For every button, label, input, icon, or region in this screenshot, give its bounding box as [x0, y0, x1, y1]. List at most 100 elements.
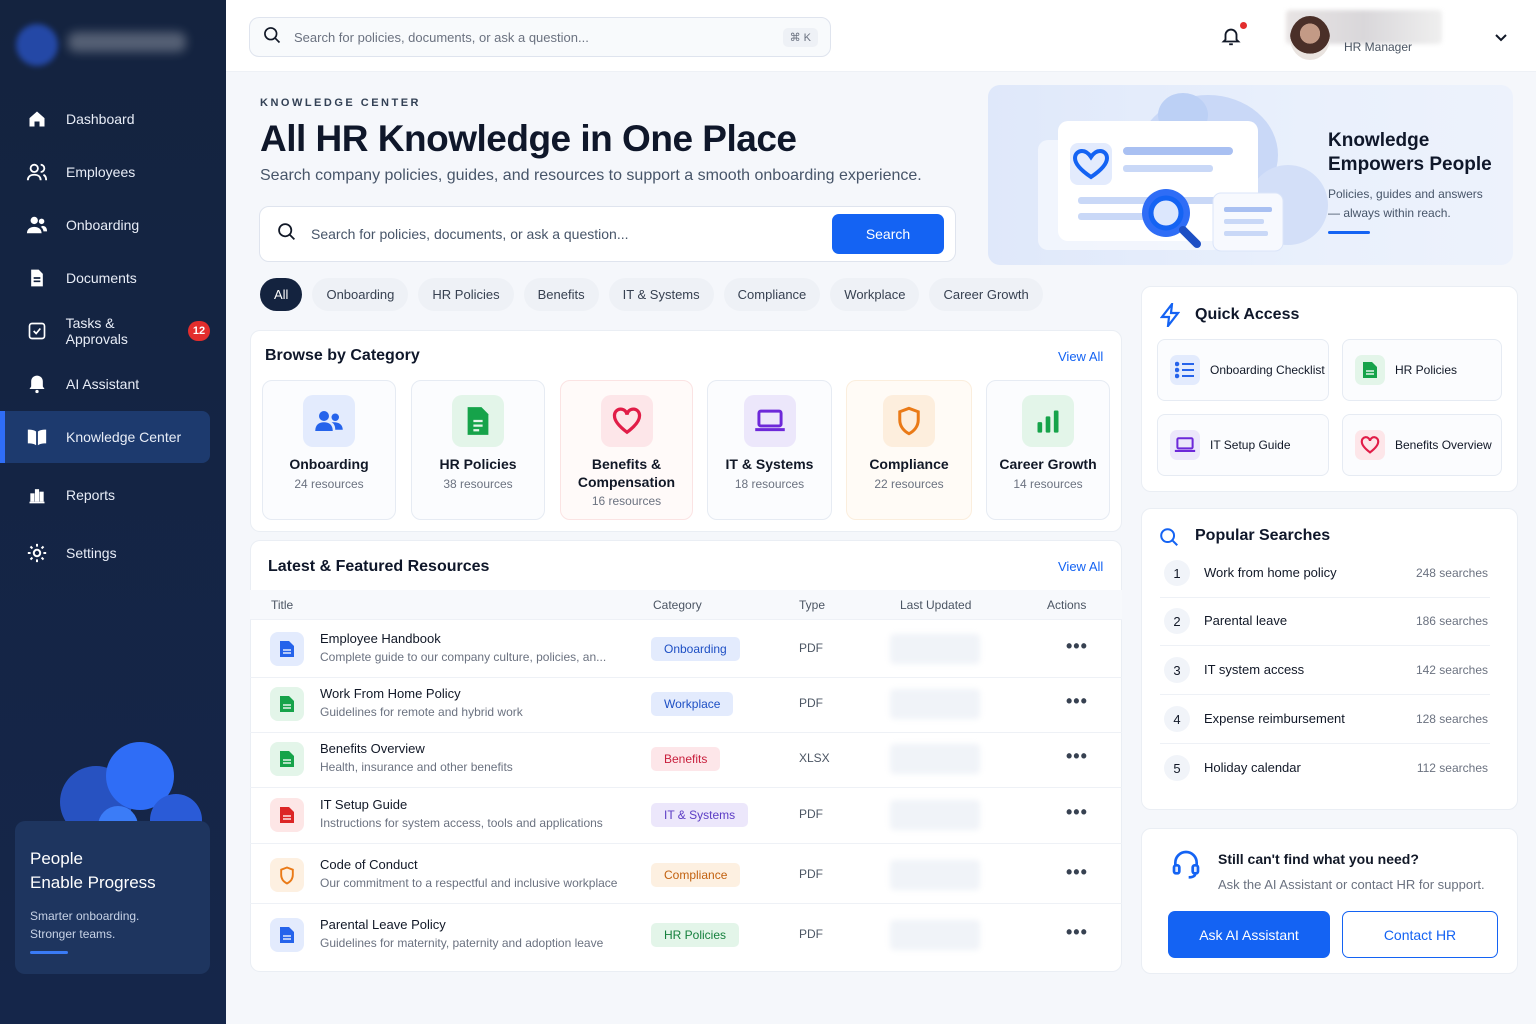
- quick-access-it-setup-guide[interactable]: IT Setup Guide: [1157, 414, 1329, 476]
- filter-chip-it-systems[interactable]: IT & Systems: [608, 278, 714, 311]
- table-row[interactable]: Employee Handbook Complete guide to our …: [250, 620, 1122, 678]
- tasks-count-badge: 12: [187, 321, 210, 341]
- sidebar-item-settings[interactable]: Settings: [10, 527, 210, 579]
- more-actions-button[interactable]: •••: [1066, 862, 1088, 883]
- knowledge-search-input[interactable]: Search for policies, documents, or ask a…: [259, 206, 956, 262]
- quick-access-label: Benefits Overview: [1395, 438, 1492, 452]
- category-card-it-systems[interactable]: IT & Systems 18 resources: [707, 380, 832, 520]
- last-updated-date: [890, 634, 980, 664]
- filter-chip-onboarding[interactable]: Onboarding: [312, 278, 409, 311]
- list-icon: [1170, 355, 1200, 385]
- filter-chip-compliance[interactable]: Compliance: [723, 278, 821, 311]
- column-header-category: Category: [653, 598, 702, 612]
- banner-title: Knowledge Empowers People: [1328, 130, 1492, 175]
- popular-search-item[interactable]: 2 Parental leave 186 searches: [1160, 598, 1490, 646]
- document-icon: [1355, 355, 1385, 385]
- knowledge-illustration: [1038, 93, 1328, 252]
- resource-title[interactable]: Employee Handbook: [320, 631, 441, 646]
- browse-title: Browse by Category: [265, 347, 420, 364]
- sidebar-item-employees[interactable]: Employees: [10, 146, 210, 198]
- table-row[interactable]: Parental Leave Policy Guidelines for mat…: [250, 906, 1122, 964]
- page-title: All HR Knowledge in One Place: [260, 118, 797, 159]
- promo-accent-bar: [30, 951, 68, 954]
- filter-chip-benefits[interactable]: Benefits: [523, 278, 599, 311]
- rank-number: 4: [1164, 706, 1190, 732]
- company-logo[interactable]: [16, 22, 188, 68]
- category-tag: Workplace: [651, 692, 734, 716]
- sidebar-item-ai-assistant[interactable]: AI Assistant: [10, 358, 210, 410]
- sidebar-item-label: AI Assistant: [66, 376, 140, 392]
- more-actions-button[interactable]: •••: [1066, 636, 1088, 657]
- sidebar-item-dashboard[interactable]: Dashboard: [10, 93, 210, 145]
- table-row[interactable]: Work From Home Policy Guidelines for rem…: [250, 675, 1122, 733]
- popular-search-item[interactable]: 3 IT system access 142 searches: [1160, 647, 1490, 695]
- filter-chip-workplace[interactable]: Workplace: [830, 278, 920, 311]
- category-tag: Onboarding: [651, 637, 740, 661]
- resource-title[interactable]: Work From Home Policy: [320, 686, 461, 701]
- quick-access-title: Quick Access: [1195, 306, 1300, 323]
- resource-title[interactable]: Parental Leave Policy: [320, 917, 446, 932]
- category-card-compliance[interactable]: Compliance 22 resources: [846, 380, 972, 520]
- more-actions-button[interactable]: •••: [1066, 746, 1088, 767]
- quick-access-hr-policies[interactable]: HR Policies: [1342, 339, 1502, 401]
- resource-title[interactable]: Benefits Overview: [320, 741, 425, 756]
- hero-banner: Knowledge Empowers People Policies, guid…: [988, 85, 1513, 265]
- category-card-onboarding[interactable]: Onboarding 24 resources: [262, 380, 396, 520]
- search-placeholder: Search for policies, documents, or ask a…: [311, 226, 629, 242]
- last-updated-date: [890, 800, 980, 830]
- more-actions-button[interactable]: •••: [1066, 922, 1088, 943]
- filter-chip-career-growth[interactable]: Career Growth: [929, 278, 1043, 311]
- sidebar-item-label: Dashboard: [66, 111, 135, 127]
- resource-type: XLSX: [799, 751, 830, 765]
- sidebar-item-label: Documents: [66, 270, 137, 286]
- rank-number: 5: [1164, 755, 1190, 781]
- resources-view-all-link[interactable]: View All: [1058, 559, 1103, 574]
- user-menu[interactable]: HR Manager: [1286, 10, 1442, 60]
- more-actions-button[interactable]: •••: [1066, 691, 1088, 712]
- rank-number: 1: [1164, 560, 1190, 586]
- sidebar-item-reports[interactable]: Reports: [10, 469, 210, 521]
- search-button[interactable]: Search: [832, 214, 944, 254]
- quick-access-label: HR Policies: [1395, 363, 1458, 377]
- browse-view-all-link[interactable]: View All: [1058, 349, 1103, 364]
- popular-search-item[interactable]: 5 Holiday calendar 112 searches: [1160, 745, 1490, 793]
- contact-hr-button[interactable]: Contact HR: [1342, 911, 1498, 958]
- category-card-benefits[interactable]: Benefits & Compensation 16 resources: [560, 380, 693, 520]
- sidebar: Dashboard Employees Onboarding Documents…: [0, 0, 226, 1024]
- notification-dot: [1240, 22, 1247, 29]
- table-row[interactable]: IT Setup Guide Instructions for system a…: [250, 786, 1122, 844]
- column-header-last-updated: Last Updated: [900, 598, 972, 612]
- last-updated-date: [890, 689, 980, 719]
- filter-chip-all[interactable]: All: [260, 278, 303, 311]
- last-updated-date: [890, 920, 980, 950]
- document-icon: [270, 687, 304, 721]
- quick-access-onboarding-checklist[interactable]: Onboarding Checklist: [1157, 339, 1329, 401]
- promo-subtitle: Smarter onboarding. Stronger teams.: [30, 909, 140, 941]
- pdf-icon: [270, 798, 304, 832]
- more-actions-button[interactable]: •••: [1066, 802, 1088, 823]
- chevron-down-icon[interactable]: [1494, 30, 1508, 48]
- popular-search-item[interactable]: 1 Work from home policy 248 searches: [1160, 550, 1490, 598]
- global-search-input[interactable]: Search for policies, documents, or ask a…: [249, 17, 831, 57]
- category-tag: IT & Systems: [651, 803, 749, 827]
- page-subtitle: Search company policies, guides, and res…: [260, 167, 922, 184]
- table-row[interactable]: Code of Conduct Our commitment to a resp…: [250, 846, 1122, 904]
- sidebar-item-tasks-approvals[interactable]: Tasks & Approvals 12: [10, 305, 210, 357]
- resource-description: Instructions for system access, tools an…: [320, 816, 603, 830]
- bell-icon[interactable]: [1220, 24, 1242, 53]
- resource-title[interactable]: IT Setup Guide: [320, 797, 407, 812]
- category-card-career-growth[interactable]: Career Growth 14 resources: [986, 380, 1110, 520]
- home-icon: [26, 108, 48, 130]
- sidebar-item-documents[interactable]: Documents: [10, 252, 210, 304]
- table-row[interactable]: Benefits Overview Health, insurance and …: [250, 730, 1122, 788]
- sidebar-item-onboarding[interactable]: Onboarding: [10, 199, 210, 251]
- filter-chip-hr-policies[interactable]: HR Policies: [418, 278, 514, 311]
- popular-search-item[interactable]: 4 Expense reimbursement 128 searches: [1160, 696, 1490, 744]
- quick-access-benefits-overview[interactable]: Benefits Overview: [1342, 414, 1502, 476]
- shield-icon: [883, 395, 935, 447]
- resource-title[interactable]: Code of Conduct: [320, 857, 418, 872]
- table-header: Title Category Type Last Updated Actions: [250, 590, 1122, 620]
- category-card-hr-policies[interactable]: HR Policies 38 resources: [411, 380, 545, 520]
- ask-ai-assistant-button[interactable]: Ask AI Assistant: [1168, 911, 1330, 958]
- sidebar-item-knowledge-center[interactable]: Knowledge Center: [0, 411, 210, 463]
